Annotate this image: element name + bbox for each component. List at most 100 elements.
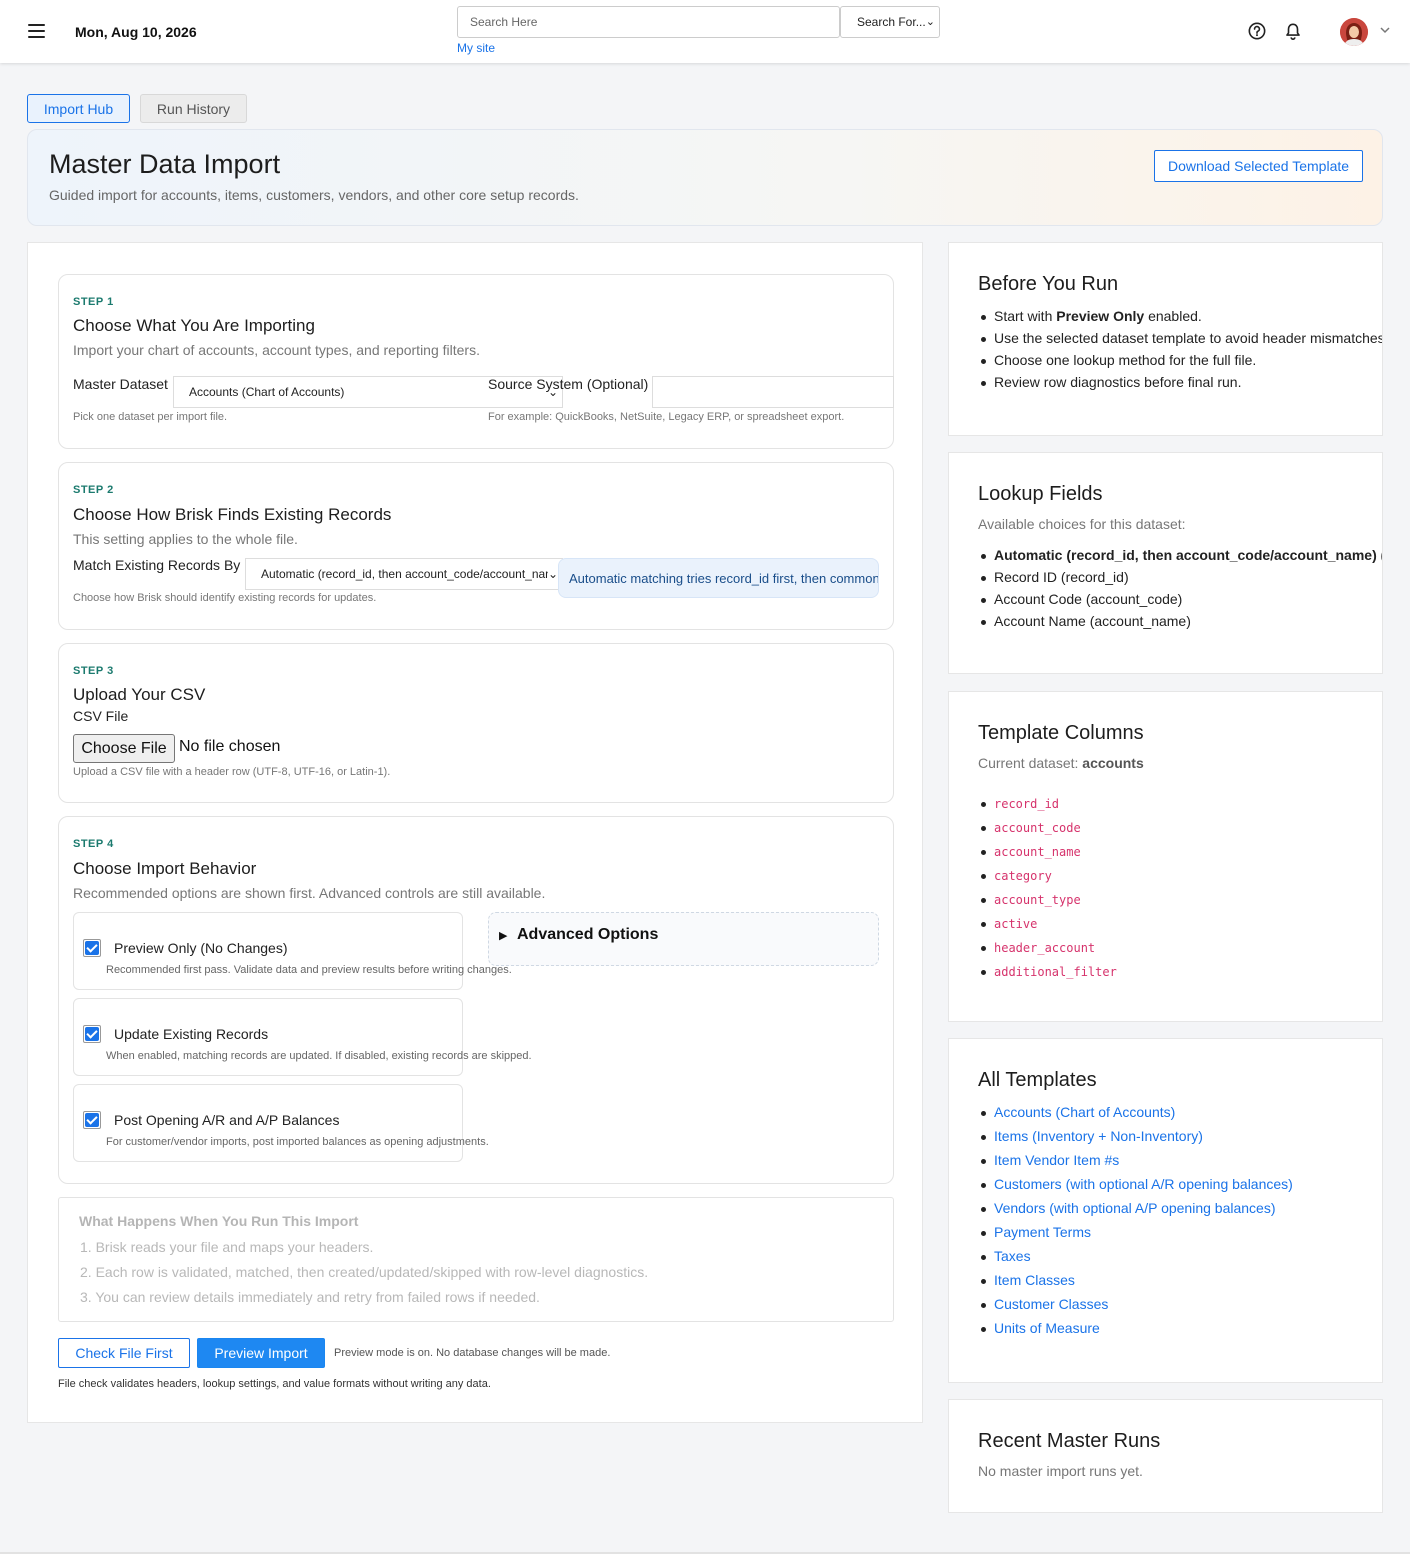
list-item: Items (Inventory + Non-Inventory) [978, 1128, 1382, 1144]
match-records-label: Match Existing Records By [73, 557, 241, 573]
menu-icon[interactable] [28, 24, 45, 38]
step-description: Import your chart of accounts, account t… [73, 342, 480, 358]
match-records-select[interactable]: Automatic (record_id, then account_code/… [245, 558, 563, 590]
template-link[interactable]: Accounts (Chart of Accounts) [994, 1104, 1175, 1120]
option-post-opening-balances: Post Opening A/R and A/P Balances For cu… [73, 1084, 489, 1162]
search-input[interactable] [457, 6, 840, 38]
my-site-link[interactable]: My site [457, 41, 495, 55]
source-system-hint: For example: QuickBooks, NetSuite, Legac… [488, 411, 845, 423]
step-description: This setting applies to the whole file. [73, 531, 298, 547]
card-title: Template Columns [978, 722, 1144, 744]
step-title: Upload Your CSV [73, 685, 206, 704]
choose-file-button[interactable]: Choose File [73, 734, 175, 763]
list-item: category [978, 867, 1382, 883]
master-dataset-hint: Pick one dataset per import file. [73, 411, 228, 423]
list-item: Taxes [978, 1248, 1382, 1264]
step-title: Choose What You Are Importing [73, 316, 315, 335]
template-link[interactable]: Taxes [994, 1248, 1031, 1264]
source-system-label: Source System (Optional) [488, 376, 649, 392]
lookup-fields-card: Lookup Fields Available choices for this… [948, 452, 1383, 674]
list-item: Customers (with optional A/R opening bal… [978, 1176, 1382, 1192]
step-label: STEP 3 [73, 665, 114, 677]
search-scope-value: Search For... [857, 15, 926, 29]
chevron-down-icon: ⌄ [925, 16, 935, 28]
advanced-options-label: Advanced Options [517, 926, 659, 943]
lookup-fields-list: Automatic (record_id, then account_code/… [978, 547, 1382, 629]
current-dataset: accounts [1082, 755, 1144, 771]
recent-runs-card: Recent Master Runs No master import runs… [948, 1399, 1383, 1513]
template-link[interactable]: Payment Terms [994, 1224, 1091, 1240]
card-title: Lookup Fields [978, 483, 1103, 505]
card-title: All Templates [978, 1069, 1097, 1091]
list-item: Item Vendor Item #s [978, 1152, 1382, 1168]
csv-file-hint: Upload a CSV file with a header row (UTF… [73, 766, 391, 778]
card-title: Before You Run [978, 273, 1119, 295]
list-item: account_code [978, 819, 1382, 835]
list-item: Vendors (with optional A/P opening balan… [978, 1200, 1382, 1216]
download-template-button[interactable]: Download Selected Template [1154, 150, 1363, 182]
help-icon[interactable] [1248, 22, 1266, 40]
recent-runs-empty: No master import runs yet. [978, 1463, 1143, 1479]
step-label: STEP 1 [73, 296, 114, 308]
template-columns-list: record_id account_code account_name cate… [978, 795, 1382, 979]
card-title: Recent Master Runs [978, 1430, 1161, 1452]
option-description: For customer/vendor imports, post import… [106, 1136, 489, 1148]
import-form-card: STEP 1 Choose What You Are Importing Imp… [27, 242, 923, 1423]
match-records-hint: Choose how Brisk should identify existin… [73, 592, 377, 604]
file-status: No file chosen [179, 738, 281, 755]
avatar[interactable] [1340, 18, 1368, 46]
option-update-existing: Update Existing Records When enabled, ma… [73, 998, 532, 1076]
csv-file-label: CSV File [73, 708, 129, 724]
template-link[interactable]: Customers (with optional A/R opening bal… [994, 1176, 1293, 1192]
step-3-card: STEP 3 Upload Your CSV CSV File Choose F… [58, 643, 894, 803]
template-link[interactable]: Units of Measure [994, 1320, 1100, 1336]
list-item: Choose one lookup method for the full fi… [978, 352, 1382, 368]
card-subtitle: Available choices for this dataset: [978, 516, 1186, 532]
chevron-down-icon[interactable] [1379, 24, 1391, 36]
list-item: Record ID (record_id) [978, 569, 1382, 585]
template-link[interactable]: Items (Inventory + Non-Inventory) [994, 1128, 1203, 1144]
page-subtitle: Guided import for accounts, items, custo… [49, 187, 579, 203]
template-link[interactable]: Item Classes [994, 1272, 1075, 1288]
tab-import-hub[interactable]: Import Hub [27, 94, 130, 123]
list-item: Item Classes [978, 1272, 1382, 1288]
option-description: When enabled, matching records are updat… [106, 1050, 532, 1062]
list-item: Units of Measure [978, 1320, 1382, 1336]
step-description: Recommended options are shown first. Adv… [73, 885, 546, 901]
what-happens-item: 1. Brisk reads your file and maps your h… [80, 1239, 374, 1255]
option-title: Update Existing Records [114, 1026, 269, 1042]
advanced-options-toggle[interactable]: ▶ Advanced Options [488, 912, 879, 966]
step-2-card: STEP 2 Choose How Brisk Finds Existing R… [58, 462, 894, 630]
preview-mode-note: Preview mode is on. No database changes … [334, 1347, 611, 1359]
before-run-list: Start with Preview Only enabled. Use the… [978, 308, 1382, 390]
file-check-note: File check validates headers, lookup set… [58, 1378, 491, 1390]
all-templates-card: All Templates Accounts (Chart of Account… [948, 1038, 1383, 1383]
update-existing-checkbox[interactable] [85, 1027, 99, 1041]
card-subtitle: Current dataset: accounts [978, 755, 1144, 771]
list-item: record_id [978, 795, 1382, 811]
template-link[interactable]: Item Vendor Item #s [994, 1152, 1119, 1168]
current-date: Mon, Aug 10, 2026 [75, 24, 197, 40]
search-scope-select[interactable]: Search For... ⌄ [840, 6, 940, 38]
what-happens-title: What Happens When You Run This Import [79, 1213, 359, 1229]
option-title: Preview Only (No Changes) [114, 940, 288, 956]
list-item: active [978, 915, 1382, 931]
list-item: header_account [978, 939, 1382, 955]
tab-run-history[interactable]: Run History [140, 94, 247, 123]
what-happens-item: 3. You can review details immediately an… [80, 1289, 540, 1305]
post-opening-balances-checkbox[interactable] [85, 1113, 99, 1127]
list-item: account_type [978, 891, 1382, 907]
matching-info-note: Automatic matching tries record_id first… [558, 558, 879, 598]
list-item: Account Code (account_code) [978, 591, 1382, 607]
template-link[interactable]: Customer Classes [994, 1296, 1108, 1312]
check-file-button[interactable]: Check File First [58, 1338, 190, 1368]
bell-icon[interactable] [1284, 22, 1302, 41]
option-preview-only: Preview Only (No Changes) Recommended fi… [73, 912, 512, 990]
preview-import-button[interactable]: Preview Import [197, 1338, 325, 1368]
step-title: Choose How Brisk Finds Existing Records [73, 505, 392, 524]
all-templates-list: Accounts (Chart of Accounts) Items (Inve… [978, 1104, 1382, 1336]
source-system-input[interactable] [652, 376, 894, 408]
preview-only-checkbox[interactable] [85, 941, 99, 955]
step-1-card: STEP 1 Choose What You Are Importing Imp… [58, 274, 894, 449]
template-link[interactable]: Vendors (with optional A/P opening balan… [994, 1200, 1276, 1216]
